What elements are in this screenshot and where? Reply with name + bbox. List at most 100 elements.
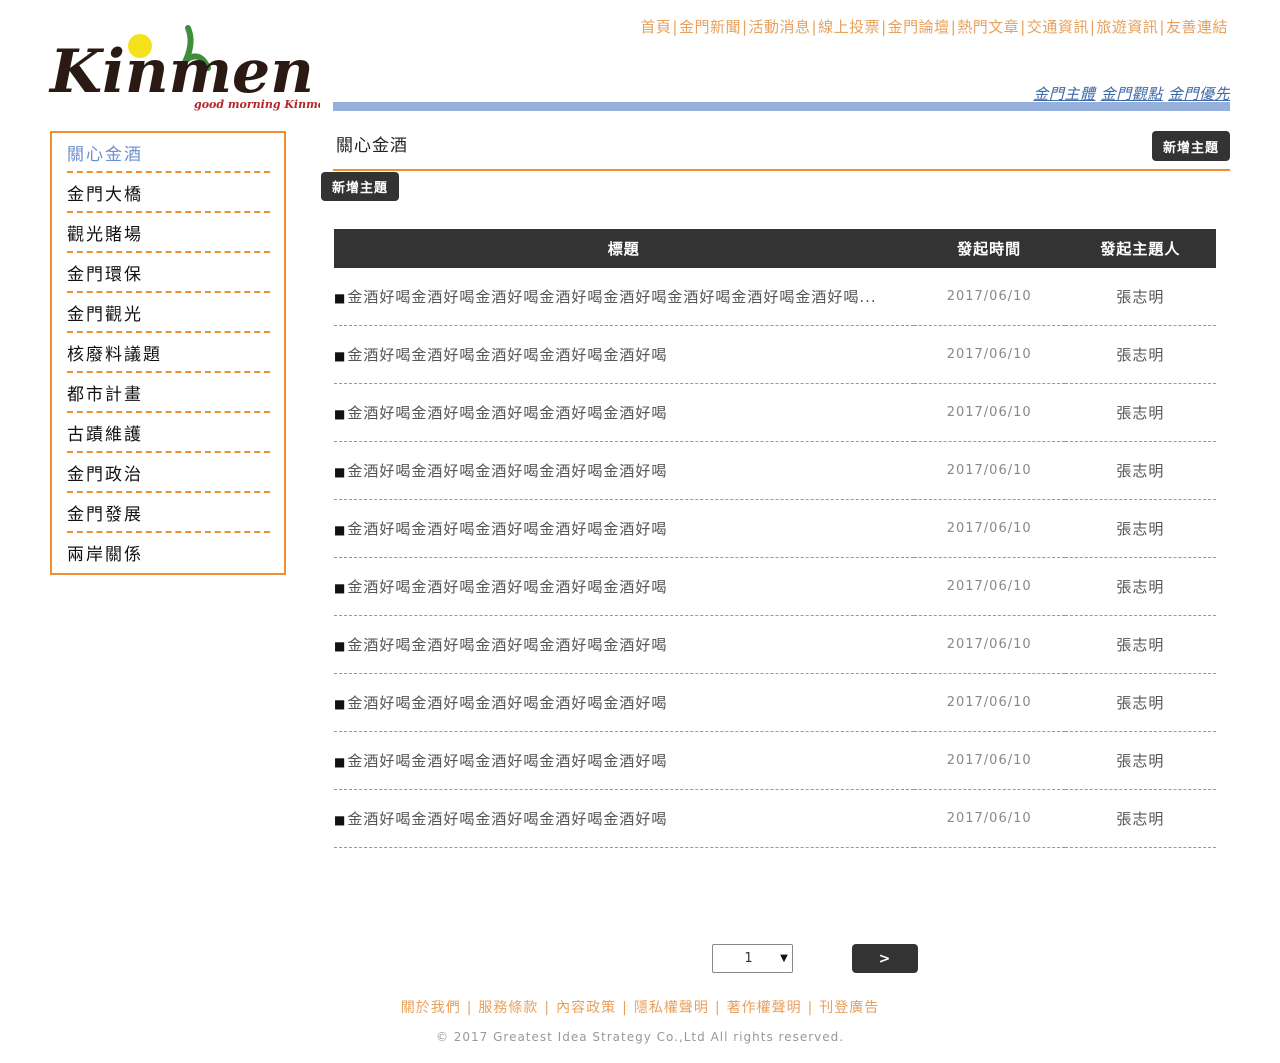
nav-link-8[interactable]: 友善連結 [1166,18,1228,36]
sidebar-item-5[interactable]: 核廢料議題 [67,333,270,373]
topic-title-cell: ■金酒好喝金酒好喝金酒好喝金酒好喝金酒好喝 [334,673,914,732]
sidebar-item-4[interactable]: 金門觀光 [67,293,270,333]
nav-separator: | [1020,18,1026,36]
sidebar-item-9[interactable]: 金門發展 [67,493,270,533]
sidebar-item-6[interactable]: 都市計畫 [67,373,270,413]
logo-tagline: good morning Kinmen [194,98,320,111]
topic-title-link[interactable]: 金酒好喝金酒好喝金酒好喝金酒好喝金酒好喝 [347,520,667,538]
topic-author: 張志明 [1064,615,1216,674]
footer-link-3[interactable]: 隱私權聲明 [634,1000,709,1016]
table-row: ■金酒好喝金酒好喝金酒好喝金酒好喝金酒好喝 2017/06/10 張志明 [334,499,1216,558]
footer-link-0[interactable]: 關於我們 [401,1000,461,1016]
nav-separator: | [811,18,818,36]
bullet-square-icon: ■ [334,639,347,653]
nav-link-0[interactable]: 首頁 [640,18,671,36]
top-nav: 首頁|金門新聞|活動消息|線上投票|金門論壇|熱門文章|交通資訊|旅遊資訊|友善… [640,16,1228,37]
topic-date: 2017/06/10 [913,673,1065,732]
topic-author: 張志明 [1064,499,1216,558]
dropdown-arrow-icon: ▼ [780,953,788,964]
nav-link-1[interactable]: 金門新聞 [679,18,741,36]
header-date: 發起時間 [913,229,1065,268]
sidebar-item-2[interactable]: 觀光賭場 [67,213,270,253]
nav-separator: | [672,18,678,36]
topic-title-link[interactable]: 金酒好喝金酒好喝金酒好喝金酒好喝金酒好喝金酒好喝金酒好喝金酒好喝... [347,288,876,306]
nav-link-3[interactable]: 線上投票 [818,18,880,36]
header-divider [333,102,1230,111]
category-sidebar: 關心金酒 金門大橋 觀光賭場 金門環保 金門觀光 核廢料議題 都市計畫 古蹟維護 金門政治 金門發… [50,131,286,575]
sidebar-item-1[interactable]: 金門大橋 [67,173,270,213]
table-row: ■金酒好喝金酒好喝金酒好喝金酒好喝金酒好喝 2017/06/10 張志明 [334,673,1216,732]
footer-separator: | [544,1000,551,1016]
topic-title-cell: ■金酒好喝金酒好喝金酒好喝金酒好喝金酒好喝 [334,731,914,790]
table-row: ■金酒好喝金酒好喝金酒好喝金酒好喝金酒好喝 2017/06/10 張志明 [334,615,1216,674]
new-topic-button[interactable]: 新增主題 [1152,131,1230,161]
slogan-links: 金門主體 金門觀點 金門優先 [1033,83,1230,104]
kinmen-logo[interactable]: Kinmen good morning Kinmen [48,20,320,112]
topic-title-cell: ■金酒好喝金酒好喝金酒好喝金酒好喝金酒好喝 [334,557,914,616]
topic-title-link[interactable]: 金酒好喝金酒好喝金酒好喝金酒好喝金酒好喝 [347,752,667,770]
topic-date: 2017/06/10 [913,789,1065,848]
topic-title-link[interactable]: 金酒好喝金酒好喝金酒好喝金酒好喝金酒好喝 [347,694,667,712]
topic-title-link[interactable]: 金酒好喝金酒好喝金酒好喝金酒好喝金酒好喝 [347,346,667,364]
topic-author: 張志明 [1064,325,1216,384]
footer-separator: | [807,1000,814,1016]
topic-date: 2017/06/10 [913,268,1065,326]
topic-title-link[interactable]: 金酒好喝金酒好喝金酒好喝金酒好喝金酒好喝 [347,404,667,422]
topic-author: 張志明 [1064,268,1216,326]
topic-title-link[interactable]: 金酒好喝金酒好喝金酒好喝金酒好喝金酒好喝 [347,810,667,828]
footer-link-1[interactable]: 服務條款 [478,1000,538,1016]
bullet-square-icon: ■ [334,407,347,421]
slogan-link-0[interactable]: 金門主體 [1033,85,1095,103]
table-row: ■金酒好喝金酒好喝金酒好喝金酒好喝金酒好喝 2017/06/10 張志明 [334,383,1216,442]
footer-links: 關於我們 | 服務條款 | 內容政策 | 隱私權聲明 | 著作權聲明 | 刊登廣告 [0,997,1280,1017]
topic-title-cell: ■金酒好喝金酒好喝金酒好喝金酒好喝金酒好喝 [334,325,914,384]
table-row: ■金酒好喝金酒好喝金酒好喝金酒好喝金酒好喝 2017/06/10 張志明 [334,557,1216,616]
footer-link-5[interactable]: 刊登廣告 [819,1000,879,1016]
slogan-link-2[interactable]: 金門優先 [1168,85,1230,103]
slogan-link-1[interactable]: 金門觀點 [1101,85,1163,103]
topic-title-cell: ■金酒好喝金酒好喝金酒好喝金酒好喝金酒好喝 [334,615,914,674]
topic-author: 張志明 [1064,383,1216,442]
topic-author: 張志明 [1064,673,1216,732]
topic-title-link[interactable]: 金酒好喝金酒好喝金酒好喝金酒好喝金酒好喝 [347,636,667,654]
topic-date: 2017/06/10 [913,557,1065,616]
nav-link-4[interactable]: 金門論壇 [888,18,950,36]
next-page-button[interactable]: > [852,944,918,973]
topic-date: 2017/06/10 [913,499,1065,558]
topic-author: 張志明 [1064,441,1216,500]
footer-link-2[interactable]: 內容政策 [556,1000,616,1016]
sidebar-item-10[interactable]: 兩岸關係 [67,533,270,571]
sidebar-item-8[interactable]: 金門政治 [67,453,270,493]
footer-separator: | [466,1000,473,1016]
topic-date: 2017/06/10 [913,441,1065,500]
topic-title-link[interactable]: 金酒好喝金酒好喝金酒好喝金酒好喝金酒好喝 [347,578,667,596]
nav-link-7[interactable]: 旅遊資訊 [1096,18,1158,36]
bullet-square-icon: ■ [334,523,347,537]
topic-author: 張志明 [1064,789,1216,848]
nav-link-5[interactable]: 熱門文章 [957,18,1019,36]
sidebar-item-7[interactable]: 古蹟維護 [67,413,270,453]
page-select-value: 1 [744,951,753,966]
nav-separator: | [1159,18,1165,36]
topic-author: 張志明 [1064,557,1216,616]
table-header-row: 標題 發起時間 發起主題人 [334,229,1216,268]
nav-link-2[interactable]: 活動消息 [749,18,811,36]
page-select[interactable]: 1 ▼ [712,944,793,973]
table-row: ■金酒好喝金酒好喝金酒好喝金酒好喝金酒好喝 2017/06/10 張志明 [334,731,1216,790]
bullet-square-icon: ■ [334,697,347,711]
topic-title-cell: ■金酒好喝金酒好喝金酒好喝金酒好喝金酒好喝金酒好喝金酒好喝金酒好喝... [334,268,914,326]
new-topic-button-secondary[interactable]: 新增主題 [321,172,399,201]
topic-title-cell: ■金酒好喝金酒好喝金酒好喝金酒好喝金酒好喝 [334,499,914,558]
topic-date: 2017/06/10 [913,383,1065,442]
table-row: ■金酒好喝金酒好喝金酒好喝金酒好喝金酒好喝 2017/06/10 張志明 [334,325,1216,384]
topics-table: 標題 發起時間 發起主題人 ■金酒好喝金酒好喝金酒好喝金酒好喝金酒好喝金酒好喝金… [334,229,1216,848]
sidebar-item-3[interactable]: 金門環保 [67,253,270,293]
sidebar-item-0[interactable]: 關心金酒 [67,133,270,173]
footer-link-4[interactable]: 著作權聲明 [727,1000,802,1016]
topic-author: 張志明 [1064,731,1216,790]
topic-date: 2017/06/10 [913,325,1065,384]
header-author: 發起主題人 [1064,229,1216,268]
topic-title-link[interactable]: 金酒好喝金酒好喝金酒好喝金酒好喝金酒好喝 [347,462,667,480]
copyright: © 2017 Greatest Idea Strategy Co.,Ltd Al… [435,1030,845,1044]
nav-link-6[interactable]: 交通資訊 [1027,18,1089,36]
